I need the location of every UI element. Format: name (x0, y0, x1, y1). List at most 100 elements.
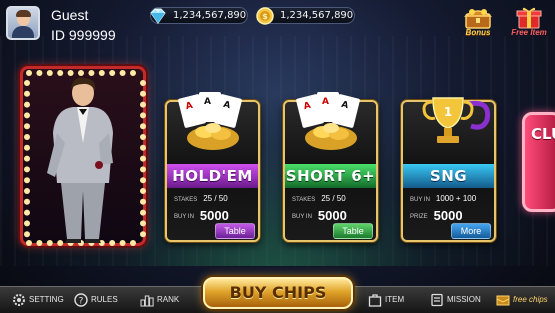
stakes-label: STAKES (292, 197, 316, 203)
diamond-icon (150, 8, 166, 24)
nav-rules[interactable]: ? RULES (74, 293, 124, 307)
table-button[interactable]: Table (333, 223, 373, 239)
marquee-bulb (24, 231, 30, 238)
dealer-portrait (20, 66, 146, 246)
marquee-bulb (24, 101, 30, 108)
free-item-button[interactable]: Free Item (506, 6, 552, 40)
bonus-label: Bonus (465, 28, 491, 37)
gear-icon (13, 294, 25, 306)
avatar[interactable] (6, 6, 40, 40)
marquee-bulb (24, 112, 30, 119)
marquee-bulb (24, 198, 30, 205)
free-item-label: Free Item (511, 28, 547, 37)
marquee-bulb (140, 231, 146, 238)
dealer-figure (47, 77, 113, 243)
buy-in-row: BUY IN 1000 + 100 (410, 194, 476, 203)
marquee-bulb (24, 209, 30, 216)
nav-rules-label: RULES (91, 295, 118, 304)
svg-text:$: $ (262, 12, 268, 21)
game-card-holdem[interactable]: A A A HOLD'EM STAKES 25 / 50 BUY IN 5000 T… (165, 92, 260, 242)
marquee-bulb (24, 134, 30, 140)
marquee-bulb (140, 188, 146, 194)
avatar-hair (16, 10, 31, 17)
cards-icon: A A A (178, 92, 242, 150)
marquee-bulb (24, 90, 30, 97)
buy-in-value: 1000 + 100 (435, 194, 477, 203)
svg-text:A: A (322, 97, 329, 107)
diamond-amount: 1,234,567,890 (173, 10, 247, 21)
nav-setting-label: SETTING (29, 295, 64, 304)
marquee-bulb (24, 80, 30, 86)
buy-in-label: BUY IN (174, 214, 194, 220)
coin-amount: 1,234,567,890 (280, 10, 354, 21)
marquee-bulb (140, 166, 146, 173)
marquee-bulb (140, 90, 146, 97)
marquee-bulb (140, 134, 146, 140)
stakes-value: 25 / 50 (321, 194, 346, 203)
free-chips-icon (496, 295, 510, 306)
svg-text:A: A (204, 97, 211, 107)
club-label: CLUB (531, 125, 555, 143)
user-id: ID 999999 (51, 27, 116, 43)
bonus-button[interactable]: Bonus (457, 6, 499, 40)
prize-row: PRIZE 5000 (410, 206, 463, 223)
nav-free-chips[interactable]: free chips (496, 293, 554, 307)
marquee-bulb (24, 177, 30, 184)
mission-icon (431, 293, 443, 307)
nav-item[interactable]: ITEM (368, 293, 418, 307)
cards-icon: A A A (296, 92, 360, 150)
marquee-bulb (140, 144, 146, 151)
item-icon (368, 294, 382, 307)
marquee-bulb (140, 80, 146, 86)
marquee-bulb (140, 209, 146, 216)
trophy-icon: 1 (422, 97, 491, 143)
marquee-bulb (140, 112, 146, 119)
stakes-label: STAKES (174, 197, 198, 203)
buy-in-row: BUY IN 5000 (174, 206, 229, 223)
game-title: HOLD'EM (167, 164, 258, 188)
game-card-sng[interactable]: 1 SNG BUY IN 1000 + 100 PRIZE 5000 More (401, 97, 496, 242)
marquee-bulb (24, 220, 30, 227)
marquee-bulb (26, 70, 32, 76)
gold-coin-icon: $ (256, 7, 274, 25)
game-card-short[interactable]: A A A SHORT 6+ STAKES 25 / 50 BUY IN 5000 … (283, 92, 378, 242)
marquee-bulb (140, 155, 146, 162)
more-button[interactable]: More (451, 223, 491, 239)
club-button[interactable]: CLUB (522, 112, 555, 212)
marquee-bulb (140, 177, 146, 184)
rank-icon (140, 295, 154, 307)
avatar-body (12, 26, 34, 38)
svg-text:1: 1 (444, 105, 452, 119)
marquee-bulb (24, 155, 30, 162)
nav-item-label: ITEM (385, 295, 405, 304)
prize-value: 5000 (433, 208, 463, 223)
username: Guest (51, 7, 89, 23)
nav-mission-label: MISSION (447, 295, 481, 304)
game-title: SNG (403, 164, 494, 188)
marquee-bulb (24, 144, 30, 151)
question-icon: ? (74, 293, 88, 307)
table-button[interactable]: Table (215, 223, 255, 239)
buy-in-row: BUY IN 5000 (292, 206, 347, 223)
buy-in-label: BUY IN (292, 214, 312, 220)
gift-box-icon (516, 7, 542, 29)
nav-setting[interactable]: SETTING (12, 293, 72, 307)
buy-in-value: 5000 (199, 208, 229, 223)
nav-free-chips-label: free chips (513, 295, 548, 304)
diamond-balance[interactable]: 1,234,567,890 (150, 7, 248, 24)
coin-balance[interactable]: $ 1,234,567,890 (256, 7, 355, 25)
marquee-bulb (24, 166, 30, 173)
buy-in-label: BUY IN (410, 197, 430, 203)
marquee-bulb (26, 240, 32, 246)
top-bar: Guest ID 999999 1,234,567,890 $ 1,234,56… (0, 0, 555, 50)
marquee-bulb (140, 101, 146, 108)
marquee-bulb (140, 198, 146, 205)
nav-mission[interactable]: MISSION (430, 293, 490, 307)
game-title: SHORT 6+ (285, 164, 376, 188)
bonus-chest-icon (463, 9, 493, 29)
marquee-bulb (140, 220, 146, 227)
prize-label: PRIZE (410, 214, 428, 220)
stakes-value: 25 / 50 (203, 194, 228, 203)
nav-rank[interactable]: RANK (140, 293, 190, 307)
buy-chips-button[interactable]: BUY CHIPS (203, 277, 353, 309)
